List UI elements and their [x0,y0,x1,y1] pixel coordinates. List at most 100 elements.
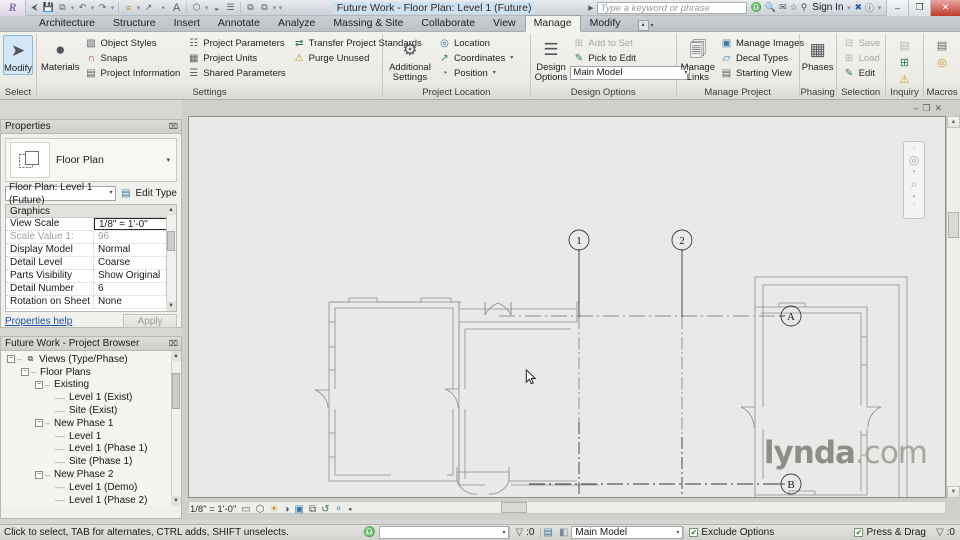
project-browser-scrollbar[interactable]: ▲ ▼ [171,351,181,506]
property-value[interactable]: Normal [94,244,176,256]
show-crop-region-icon[interactable]: ↺ [321,504,329,515]
view-restore-icon[interactable]: ❐ [922,103,930,114]
switch-windows-icon[interactable]: ⧉ [258,1,271,15]
design-options-button[interactable]: ☰ Design Options [535,35,568,83]
property-value[interactable]: 6 [94,283,176,295]
tree-node-new-phase-1[interactable]: − – New Phase 1 [1,417,181,430]
tab-modify[interactable]: Modify [581,15,630,31]
steering-wheel-icon[interactable]: ◎ [909,153,919,167]
magnifier-icon[interactable]: 🔍 [765,2,776,13]
save-as-icon[interactable]: ⧉ [56,1,69,15]
rendering-dialog-icon[interactable]: ▣ [295,504,304,515]
steering-wheel-caret-icon[interactable]: ▾ [913,169,916,175]
zoom-tool-icon[interactable]: ⌕ [911,177,918,192]
section-icon[interactable]: ◒ [210,1,223,15]
crop-view-icon[interactable]: ⧉ [309,504,316,515]
exclude-options-checkbox[interactable]: ✔ [689,528,699,537]
shadows-icon[interactable]: ◑ [283,504,289,515]
favorites-star-icon[interactable]: ☆ [790,2,798,13]
save-icon[interactable]: 💾 [42,1,55,15]
press-drag-checkbox-group[interactable]: ✔ Press & Drag [849,527,930,538]
properties-scrollbar[interactable]: ▲ ▼ [166,205,176,311]
aligned-dimension-icon[interactable]: ↗ [142,1,155,15]
sign-in-caret-icon[interactable]: ▾ [846,4,851,12]
press-drag-checkbox[interactable]: ✔ [854,528,864,537]
close-hidden-windows-icon[interactable]: ⧉ [244,1,257,15]
measure-icon[interactable]: ≡ [122,1,135,15]
view-minimize-icon[interactable]: – [913,103,918,113]
review-warnings-icon[interactable]: ⚠ [895,71,913,87]
tab-manage[interactable]: Manage [524,15,581,32]
sign-in-button[interactable]: Sign In [810,2,843,13]
materials-button[interactable]: ● Materials [41,35,80,73]
drawing-canvas[interactable]: 1 2 A B ○ ◎ ▾ ⌕ ▾ ○ lynda.com [188,116,946,498]
position-caret-icon[interactable]: ▾ [491,67,496,80]
view-close-icon[interactable]: ✕ [934,103,942,114]
tree-node-site-exist[interactable]: –– Site (Exist) [1,404,181,417]
position-button[interactable]: ◔ Position ▾ [436,66,515,80]
worksets-icon[interactable]: ▤ [541,527,556,538]
tree-node-level-1-demo[interactable]: –– Level 1 (Demo) [1,481,181,494]
canvas-vertical-scrollbar[interactable]: ▲ ▼ [946,116,960,498]
macro-security-icon[interactable]: ◎ [933,54,951,70]
tab-massing-and-site[interactable]: Massing & Site [324,15,412,31]
selection-filter-icon[interactable]: ▽ [936,527,944,538]
properties-help-link[interactable]: Properties help [5,316,72,327]
shared-parameters-button[interactable]: ☰ Shared Parameters [185,66,287,80]
help-icon[interactable]: ⓘ [865,1,874,14]
canvas-scroll-up-icon[interactable]: ▲ [947,116,960,128]
properties-scroll-down-icon[interactable]: ▼ [166,301,176,311]
detail-level-icon[interactable]: ▭ [241,504,250,515]
edit-selection-button[interactable]: ✎ Edit [841,66,883,80]
temporary-hide-isolate-icon[interactable]: ⚬ [335,504,343,515]
communication-center-icon[interactable]: ✉ [779,2,787,13]
properties-close-icon[interactable]: ⌧ [169,122,178,131]
status-value-field[interactable]: ▾ [379,526,510,539]
design-options-status-icon[interactable]: ◧ [556,527,571,538]
tree-node-views[interactable]: − – ⧉ Views (Type/Phase) [1,353,181,366]
tree-node-site-phase-1[interactable]: –– Site (Phase 1) [1,455,181,468]
expander-icon[interactable]: − [7,355,15,364]
edit-type-button[interactable]: ▤ Edit Type [119,187,177,200]
undo-caret-icon[interactable]: ▾ [90,4,95,12]
exclude-options-checkbox-group[interactable]: ✔ Exclude Options [684,527,779,538]
property-value[interactable]: 1/8" = 1'-0" [94,218,176,230]
project-parameters-button[interactable]: ☷ Project Parameters [185,36,287,50]
additional-settings-button[interactable]: ⚙ Additional Settings [387,35,433,83]
property-row-view-scale[interactable]: View Scale 1/8" = 1'-0" [6,218,176,231]
tab-annotate[interactable]: Annotate [209,15,269,31]
redo-icon[interactable]: ↷ [96,1,109,15]
expander-icon[interactable]: − [21,368,29,377]
expander-icon[interactable]: − [35,380,43,389]
status-model-combo-caret-icon[interactable]: ▾ [676,529,679,536]
manage-images-button[interactable]: ▣ Manage Images [718,36,806,50]
tag-icon[interactable]: ◔ [156,1,169,15]
snaps-button[interactable]: ∩ Snaps [83,51,183,65]
tree-node-existing[interactable]: − – Existing [1,379,181,392]
project-units-button[interactable]: ▦ Project Units [185,51,287,65]
tree-scroll-up-icon[interactable]: ▲ [171,351,181,361]
tree-node-level-1[interactable]: –– Level 1 [1,430,181,443]
restore-button[interactable]: ❐ [908,0,930,16]
sun-path-icon[interactable]: ☀ [270,504,279,515]
redo-caret-icon[interactable]: ▾ [110,4,115,12]
ribbon-minimize-button[interactable]: ▴ [637,20,649,31]
type-selector[interactable]: Floor Plan: Level 1 (Future) ▾ [5,182,117,206]
canvas-vertical-scroll-thumb[interactable] [948,212,959,238]
minimize-button[interactable]: – [886,0,908,16]
final-filter-group[interactable]: ▽ :0 [931,527,960,538]
project-browser-close-icon[interactable]: ⌧ [169,339,178,348]
reveal-hidden-elements-icon[interactable]: ◂ [348,505,352,513]
switch-windows-caret-icon[interactable]: ▾ [272,4,277,12]
select-by-id-icon[interactable]: ⊞ [895,54,913,70]
save-as-caret-icon[interactable]: ▾ [70,4,75,12]
zoom-tool-caret-icon[interactable]: ▾ [913,194,916,200]
tree-node-level-1-exist[interactable]: –– Level 1 (Exist) [1,391,181,404]
decal-types-button[interactable]: ▱ Decal Types [718,51,806,65]
property-value[interactable]: None [94,296,176,308]
property-row-detail-level[interactable]: Detail Level Coarse [6,257,176,270]
text-icon[interactable]: A [170,1,183,15]
pick-to-edit-button[interactable]: ✎ Pick to Edit [570,51,690,65]
canvas-scroll-down-icon[interactable]: ▼ [947,486,960,498]
apply-button[interactable]: Apply [123,314,177,328]
